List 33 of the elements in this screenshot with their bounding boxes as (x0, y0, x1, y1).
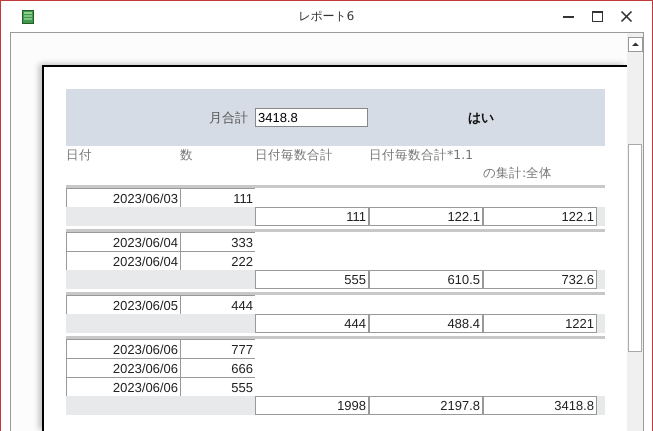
column-header: 日付毎数合計 (255, 146, 334, 164)
date-cell: 2023/06/06 (66, 358, 180, 377)
field-label: 月合計 (208, 110, 248, 126)
close-icon[interactable] (621, 11, 632, 22)
scroll-up-icon[interactable] (628, 37, 642, 52)
column-header: の集計:全体 (483, 164, 552, 182)
column-header: 日付毎数合計*1.1 (369, 146, 474, 164)
total-cell: 1221 (483, 314, 597, 333)
window-title: レポート6 (298, 8, 356, 25)
total-cell: 555 (255, 270, 369, 289)
total-cell: 1998 (255, 396, 369, 415)
total-cell: 488.4 (369, 314, 483, 333)
total-field[interactable]: 3418.8 (255, 108, 368, 127)
date-cell: 2023/06/06 (66, 339, 180, 358)
date-cell: 2023/06/04 (66, 232, 180, 251)
total-cell: 2197.8 (369, 396, 483, 415)
vertical-scrollbar[interactable] (627, 33, 643, 431)
scroll-thumb[interactable] (628, 144, 642, 352)
total-cell: 610.5 (369, 270, 483, 289)
column-header: 数 (180, 146, 194, 164)
quantity-cell: 777 (180, 339, 255, 358)
maximize-icon[interactable] (592, 11, 603, 22)
column-header: 日付 (66, 146, 93, 164)
total-cell: 111 (255, 207, 369, 226)
total-cell: 444 (255, 314, 369, 333)
quantity-cell: 333 (180, 232, 255, 251)
total-cell: 3418.8 (483, 396, 597, 415)
notebook-icon (22, 10, 34, 24)
flag-text: はい (468, 110, 494, 126)
quantity-cell: 666 (180, 358, 255, 377)
total-cell: 732.6 (483, 270, 597, 289)
total-cell: 122.1 (483, 207, 597, 226)
total-cell: 122.1 (369, 207, 483, 226)
